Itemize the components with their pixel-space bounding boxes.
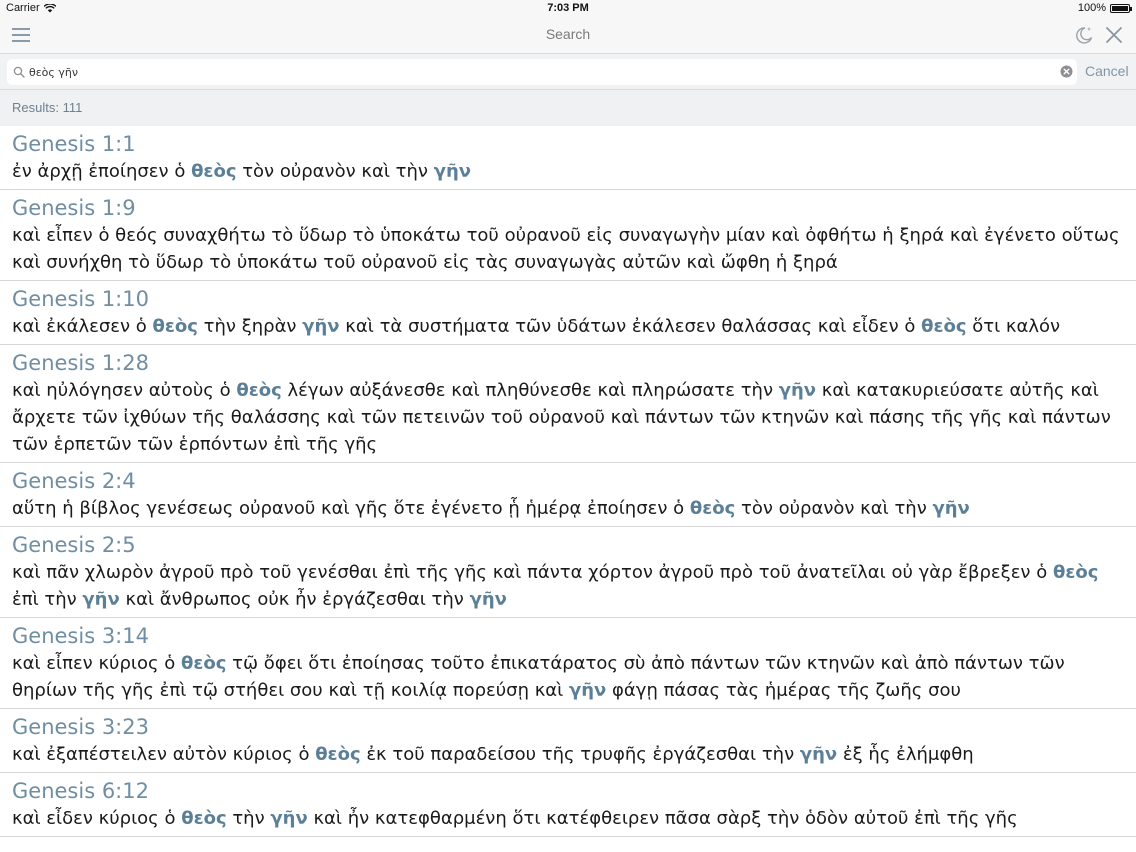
search-match-highlight: θεὸς xyxy=(921,316,967,337)
search-match-highlight: γῆν xyxy=(302,316,340,337)
verse-text-segment: τὴν xyxy=(226,808,271,829)
results-list[interactable]: Genesis 1:1 ἐν ἀρχῇ ἐποίησεν ὁ θεὸς τὸν ο… xyxy=(0,126,1136,852)
verse-text-segment: τὸν οὐρανὸν καὶ τὴν xyxy=(236,161,434,182)
search-match-highlight: θεὸς xyxy=(181,808,227,829)
verse-text-segment: λέγων αὐξάνεσθε καὶ πληθύνεσθε καὶ πληρώ… xyxy=(281,380,779,401)
verse-text-segment: ἐξ ἧς ἐλήμφθη xyxy=(837,744,974,765)
verse-text-segment: καὶ εἶπεν ὁ θεός συναχθήτω τὸ ὕδωρ τὸ ὑπ… xyxy=(12,225,1120,273)
search-field[interactable] xyxy=(7,59,1077,85)
search-match-highlight: γῆν xyxy=(433,161,472,182)
verse-reference: Genesis 6:12 xyxy=(12,779,149,803)
result-item[interactable]: Genesis 3:23 καὶ ἐξαπέστειλεν αὐτὸν κύριο… xyxy=(0,709,1136,773)
verse-text-segment: καὶ εἶπεν κύριος ὁ xyxy=(12,653,182,674)
search-match-highlight: θεὸς xyxy=(191,161,237,182)
verse-text-segment: καὶ ἐξαπέστειλεν αὐτὸν κύριος ὁ xyxy=(12,744,316,765)
verse-text: καὶ εἶπεν ὁ θεός συναχθήτω τὸ ὕδωρ τὸ ὑπ… xyxy=(12,222,1124,276)
results-count: Results: 111 xyxy=(12,100,83,115)
verse-reference: Genesis 3:23 xyxy=(12,715,149,739)
verse-reference: Genesis 2:4 xyxy=(12,469,136,493)
search-match-highlight: γῆν xyxy=(568,680,607,701)
verse-reference: Genesis 2:5 xyxy=(12,533,136,557)
search-bar: Cancel xyxy=(0,54,1136,90)
result-item[interactable]: Genesis 2:4 αὕτη ἡ βίβλος γενέσεως οὐρανο… xyxy=(0,463,1136,527)
search-match-highlight: γῆν xyxy=(270,808,308,829)
result-item[interactable]: Genesis 1:28 καὶ ηὐλόγησεν αὐτοὺς ὁ θεὸς … xyxy=(0,345,1136,463)
result-item[interactable]: Genesis 2:5 καὶ πᾶν χλωρὸν ἀγροῦ πρὸ τοῦ … xyxy=(0,527,1136,618)
close-icon[interactable] xyxy=(1105,26,1123,44)
verse-text-segment: αὕτη ἡ βίβλος γενέσεως οὐρανοῦ καὶ γῆς ὅ… xyxy=(12,498,690,519)
battery-icon xyxy=(1110,3,1132,13)
search-match-highlight: θεὸς xyxy=(689,498,736,519)
verse-text: καὶ ἐκάλεσεν ὁ θεὸς τὴν ξηρὰν γῆν καὶ τὰ… xyxy=(12,313,1124,340)
search-match-highlight: θεὸς xyxy=(181,653,227,674)
search-match-highlight: θεὸς xyxy=(152,316,198,337)
search-input[interactable] xyxy=(29,62,1049,82)
search-match-highlight: γῆν xyxy=(778,380,817,401)
status-bar: Carrier 7:03 PM 100% xyxy=(0,0,1136,17)
verse-text-segment: ἐκ τοῦ παραδείσου τῆς τρυφῆς ἐργάζεσθαι … xyxy=(360,744,800,765)
verse-text: καὶ εἶδεν κύριος ὁ θεὸς τὴν γῆν καὶ ἦν κ… xyxy=(12,805,1124,832)
verse-reference: Genesis 1:28 xyxy=(12,351,149,375)
search-match-highlight: γῆν xyxy=(469,589,507,610)
status-time: 7:03 PM xyxy=(547,2,589,14)
search-match-highlight: γῆν xyxy=(799,744,838,765)
search-icon xyxy=(13,66,25,78)
verse-text: καὶ πᾶν χλωρὸν ἀγροῦ πρὸ τοῦ γενέσθαι ἐπ… xyxy=(12,559,1124,613)
verse-text-segment: ὅτι καλόν xyxy=(966,316,1061,337)
verse-text-segment: ἐπὶ τὴν xyxy=(12,589,83,610)
search-match-highlight: θεὸς xyxy=(1052,562,1099,583)
verse-text-segment: φάγῃ πάσας τὰς ἡμέρας τῆς ζωῆς σου xyxy=(606,680,961,701)
search-match-highlight: γῆν xyxy=(932,498,970,519)
search-match-highlight: θεὸς xyxy=(236,380,282,401)
battery-status: 100% xyxy=(1077,2,1132,14)
verse-text: αὕτη ἡ βίβλος γενέσεως οὐρανοῦ καὶ γῆς ὅ… xyxy=(12,495,1124,522)
result-item[interactable]: Genesis 1:9 καὶ εἶπεν ὁ θεός συναχθήτω τὸ… xyxy=(0,190,1136,281)
verse-text-segment: καὶ τὰ συστήματα τῶν ὑδάτων ἐκάλεσεν θαλ… xyxy=(339,316,922,337)
verse-text-segment: καὶ ἐκάλεσεν ὁ xyxy=(12,316,153,337)
result-item[interactable]: Genesis 3:14 καὶ εἶπεν κύριος ὁ θεὸς τῷ ὄ… xyxy=(0,618,1136,709)
verse-reference: Genesis 3:14 xyxy=(12,624,149,648)
result-item[interactable]: Genesis 1:10 καὶ ἐκάλεσεν ὁ θεὸς τὴν ξηρὰ… xyxy=(0,281,1136,345)
verse-text-segment: καὶ ηὐλόγησεν αὐτοὺς ὁ xyxy=(12,380,237,401)
verse-text-segment: καὶ εἶδεν κύριος ὁ xyxy=(12,808,182,829)
verse-text: καὶ ἐξαπέστειλεν αὐτὸν κύριος ὁ θεὸς ἐκ … xyxy=(12,741,1124,768)
search-match-highlight: γῆν xyxy=(82,589,120,610)
cancel-button[interactable]: Cancel xyxy=(1085,63,1129,79)
verse-text: καὶ εἶπεν κύριος ὁ θεὸς τῷ ὄφει ὅτι ἐποί… xyxy=(12,650,1124,704)
night-mode-icon[interactable] xyxy=(1074,25,1094,45)
clear-search-icon[interactable] xyxy=(1060,65,1073,78)
result-item[interactable]: Genesis 6:12 καὶ εἶδεν κύριος ὁ θεὸς τὴν … xyxy=(0,773,1136,837)
verse-text: καὶ ηὐλόγησεν αὐτοὺς ὁ θεὸς λέγων αὐξάνε… xyxy=(12,377,1124,458)
verse-reference: Genesis 1:10 xyxy=(12,287,149,311)
verse-text-segment: τὸν οὐρανὸν καὶ τὴν xyxy=(735,498,933,519)
nav-bar: Search xyxy=(0,17,1136,54)
result-item[interactable]: Genesis 1:1 ἐν ἀρχῇ ἐποίησεν ὁ θεὸς τὸν ο… xyxy=(0,126,1136,190)
verse-reference: Genesis 1:1 xyxy=(12,132,136,156)
verse-text-segment: ἐν ἀρχῇ ἐποίησεν ὁ xyxy=(12,161,192,182)
verse-text-segment: καὶ πᾶν χλωρὸν ἀγροῦ πρὸ τοῦ γενέσθαι ἐπ… xyxy=(12,562,1053,583)
verse-text: ἐν ἀρχῇ ἐποίησεν ὁ θεὸς τὸν οὐρανὸν καὶ … xyxy=(12,158,1124,185)
battery-percent: 100% xyxy=(1077,2,1106,14)
results-header: Results: 111 xyxy=(0,90,1136,126)
verse-reference: Genesis 1:9 xyxy=(12,196,136,220)
verse-text-segment: τὴν ξηρὰν xyxy=(197,316,303,337)
page-title: Search xyxy=(545,26,591,42)
verse-text-segment: καὶ ἦν κατεφθαρμένη ὅτι κατέφθειρεν πᾶσα… xyxy=(307,808,1018,829)
verse-text-segment: καὶ ἄνθρωπος οὐκ ἦν ἐργάζεσθαι τὴν xyxy=(119,589,470,610)
search-match-highlight: θεὸς xyxy=(315,744,361,765)
